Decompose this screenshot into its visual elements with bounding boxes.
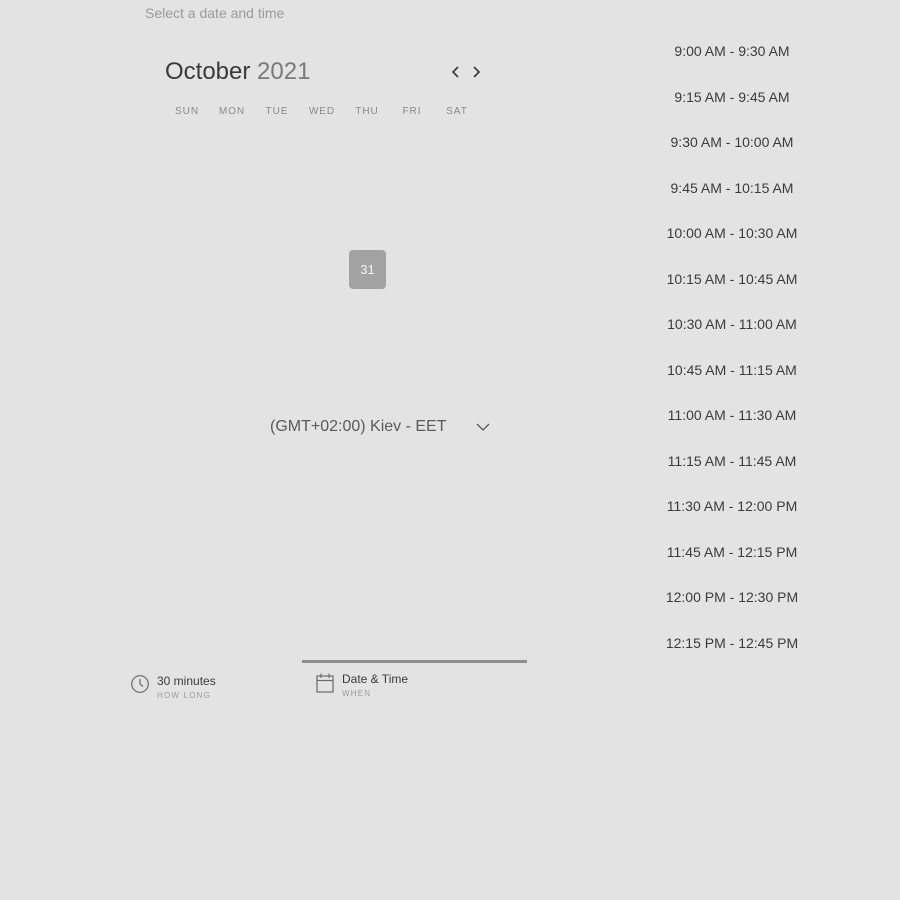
calendar-month-year: October 2021 <box>165 58 310 86</box>
time-slot[interactable]: 10:45 AM - 11:15 AM <box>652 359 812 405</box>
chevron-left-icon <box>451 66 459 78</box>
time-slot[interactable]: 9:45 AM - 10:15 AM <box>652 177 812 223</box>
time-slot[interactable]: 9:30 AM - 10:00 AM <box>652 131 812 177</box>
weekday-sat: SAT <box>446 106 468 117</box>
timezone-label: (GMT+02:00) Kiev - EET <box>270 418 447 435</box>
step-duration-subtitle: HOW LONG <box>157 691 212 700</box>
calendar-icon <box>315 672 335 694</box>
step-date-time-title: Date & Time <box>342 672 409 686</box>
time-slot[interactable]: 11:30 AM - 12:00 PM <box>652 495 812 541</box>
time-slot[interactable]: 10:00 AM - 10:30 AM <box>652 222 812 268</box>
calendar-year: 2021 <box>257 58 311 85</box>
calendar-month: October <box>165 58 251 85</box>
time-slot[interactable]: 11:15 AM - 11:45 AM <box>652 450 812 496</box>
step-duration-title: 30 minutes <box>157 674 216 688</box>
weekday-thu: THU <box>355 106 379 117</box>
next-month-button[interactable] <box>468 62 486 82</box>
weekday-tue: TUE <box>265 106 289 117</box>
timezone-select[interactable]: (GMT+02:00) Kiev - EET <box>264 413 498 441</box>
clock-icon <box>130 674 150 694</box>
step-duration: 30 minutes HOW LONG <box>130 674 216 706</box>
step-date-time[interactable]: Date & Time WHEN <box>315 672 408 704</box>
time-slot[interactable]: 12:00 PM - 12:30 PM <box>652 586 812 632</box>
chevron-down-icon <box>476 423 490 431</box>
weekday-mon: MON <box>218 106 246 117</box>
chevron-right-icon <box>473 66 481 78</box>
time-slot[interactable]: 10:15 AM - 10:45 AM <box>652 268 812 314</box>
prev-month-button[interactable] <box>447 62 465 82</box>
calendar-day-selected[interactable]: 31 <box>349 250 386 289</box>
weekday-fri: FRI <box>402 106 422 117</box>
time-slot[interactable]: 12:15 PM - 12:45 PM <box>652 632 812 678</box>
weekday-wed: WED <box>308 106 336 117</box>
time-slot[interactable]: 11:00 AM - 11:30 AM <box>652 404 812 450</box>
time-slot-list: 9:00 AM - 9:30 AM 9:15 AM - 9:45 AM 9:30… <box>652 40 812 677</box>
time-slot[interactable]: 9:15 AM - 9:45 AM <box>652 86 812 132</box>
page-subtitle: Select a date and time <box>145 5 285 21</box>
active-step-indicator <box>302 660 527 663</box>
step-date-time-subtitle: WHEN <box>342 689 372 698</box>
time-slot[interactable]: 10:30 AM - 11:00 AM <box>652 313 812 359</box>
time-slot[interactable]: 9:00 AM - 9:30 AM <box>652 40 812 86</box>
time-slot[interactable]: 11:45 AM - 12:15 PM <box>652 541 812 587</box>
weekday-sun: SUN <box>174 106 200 117</box>
